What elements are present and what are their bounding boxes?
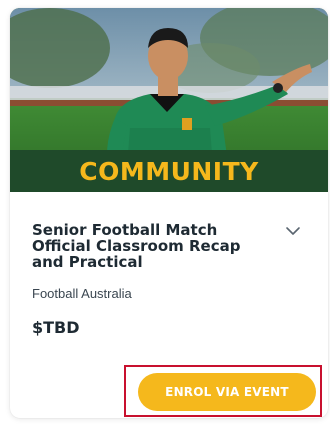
enrol-via-event-button[interactable]: ENROL VIA EVENT <box>138 373 316 411</box>
category-banner: COMMUNITY <box>10 150 328 192</box>
event-card: COMMUNITY Senior Football Match Official… <box>10 8 328 418</box>
event-image: COMMUNITY <box>10 8 328 192</box>
event-price: $TBD <box>32 318 80 337</box>
category-label: COMMUNITY <box>79 156 259 186</box>
chevron-down-icon[interactable] <box>284 222 302 240</box>
event-title: Senior Football Match Official Classroom… <box>32 221 241 271</box>
organization-name: Football Australia <box>32 286 132 301</box>
